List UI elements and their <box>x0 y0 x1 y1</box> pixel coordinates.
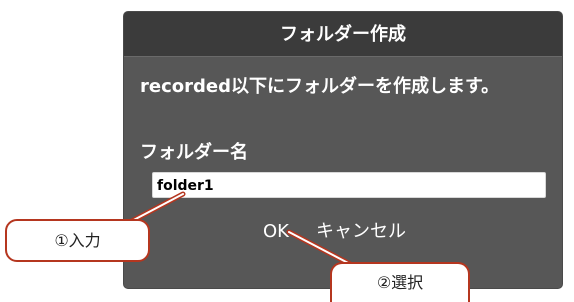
cancel-button[interactable]: キャンセル <box>316 218 426 246</box>
dialog-message: recorded以下にフォルダーを作成します。 <box>140 76 500 97</box>
folder-name-label: フォルダー名 <box>140 142 248 163</box>
folder-name-input[interactable] <box>152 172 546 198</box>
select-step-callout: ②選択 <box>330 262 470 302</box>
dialog-title: フォルダー作成 <box>124 12 562 57</box>
input-step-callout: ①入力 <box>5 219 150 262</box>
ok-button[interactable]: OK <box>256 218 296 246</box>
create-folder-dialog: フォルダー作成 recorded以下にフォルダーを作成します。 フォルダー名 O… <box>124 12 562 288</box>
